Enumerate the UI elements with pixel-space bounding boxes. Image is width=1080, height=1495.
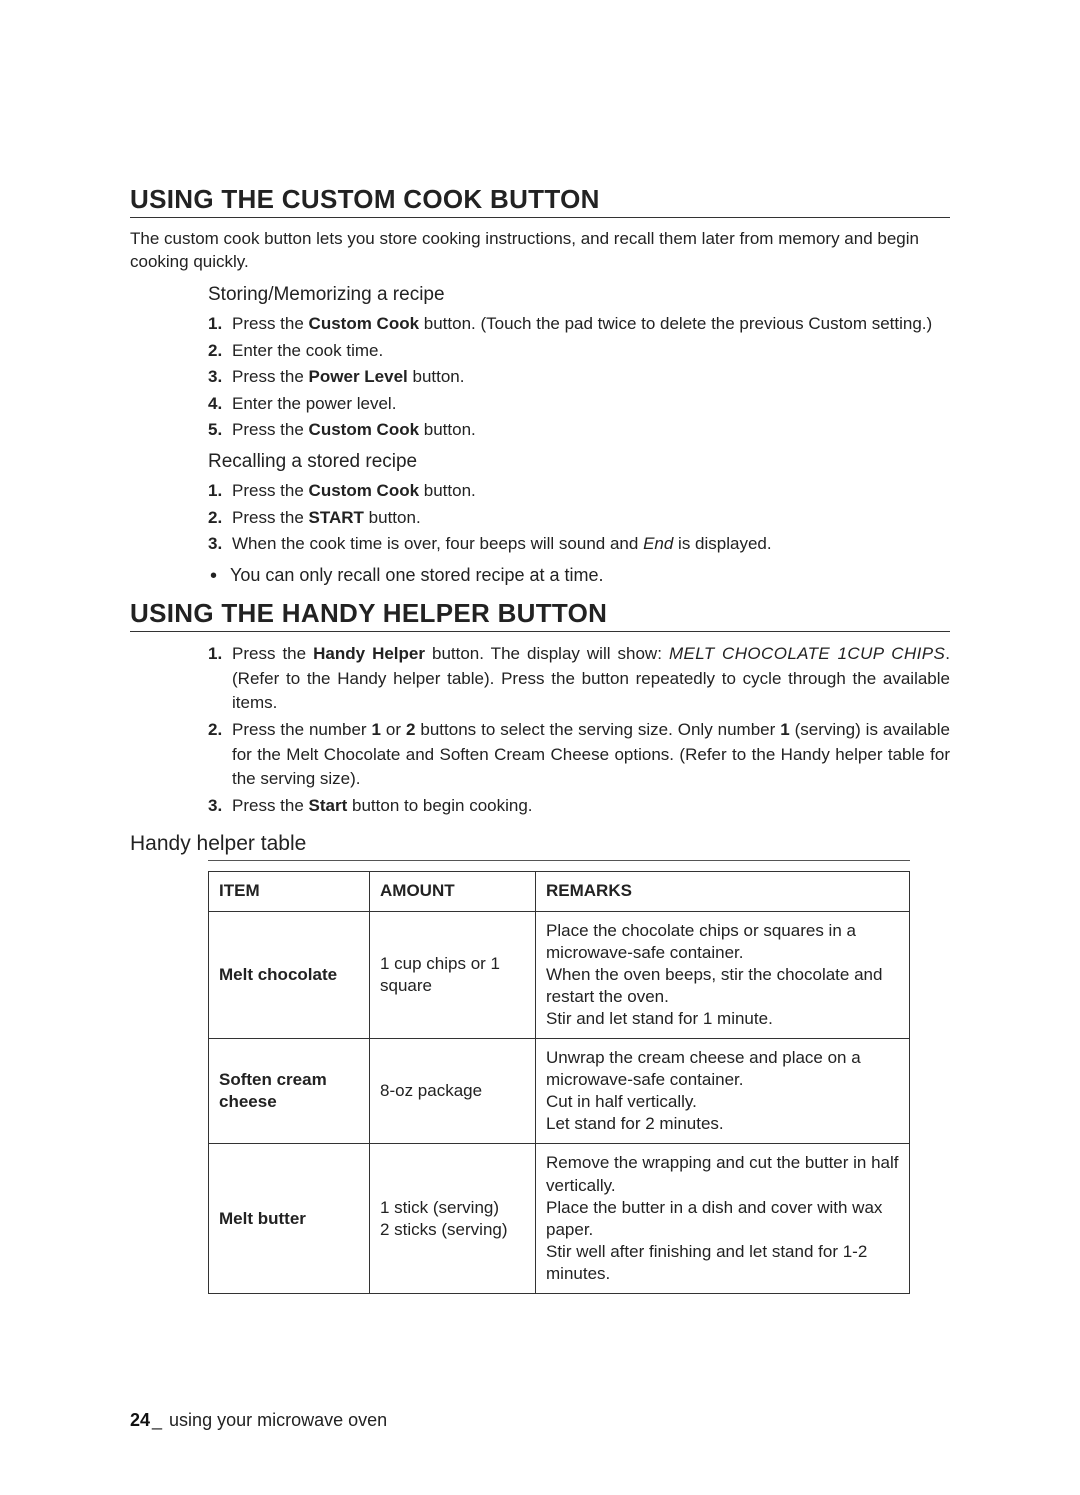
section-heading-custom-cook: USING THE CUSTOM COOK BUTTON <box>130 184 950 215</box>
subheading-storing: Storing/Memorizing a recipe <box>208 284 950 306</box>
table-row: Soften cream cheese 8-oz package Unwrap … <box>209 1039 910 1144</box>
list-item: 1.Press the Custom Cook button. (Touch t… <box>208 312 950 337</box>
list-item: 5.Press the Custom Cook button. <box>208 418 950 443</box>
page-content: USING THE CUSTOM COOK BUTTON The custom … <box>0 0 1080 1294</box>
cell-remarks: Place the chocolate chips or squares in … <box>536 911 910 1038</box>
cell-item: Melt chocolate <box>209 911 370 1038</box>
table-header-amount: AMOUNT <box>370 872 536 911</box>
handy-helper-table: ITEM AMOUNT REMARKS Melt chocolate 1 cup… <box>208 871 910 1294</box>
table-row: Melt chocolate 1 cup chips or 1 square P… <box>209 911 910 1038</box>
list-item: 1.Press the Custom Cook button. <box>208 479 950 504</box>
list-item: 2.Enter the cook time. <box>208 339 950 364</box>
page-number: 24 <box>130 1410 150 1430</box>
footer-underscore: _ <box>152 1410 162 1430</box>
table-header-row: ITEM AMOUNT REMARKS <box>209 872 910 911</box>
divider <box>130 631 950 632</box>
list-item: 3.Press the Power Level button. <box>208 365 950 390</box>
cell-amount: 1 cup chips or 1 square <box>370 911 536 1038</box>
cell-item: Soften cream cheese <box>209 1039 370 1144</box>
steps-storing: 1.Press the Custom Cook button. (Touch t… <box>208 312 950 443</box>
page-footer: 24_ using your microwave oven <box>130 1410 387 1431</box>
cell-remarks: Remove the wrapping and cut the butter i… <box>536 1144 910 1294</box>
cell-amount: 1 stick (serving)2 sticks (serving) <box>370 1144 536 1294</box>
table-header-remarks: REMARKS <box>536 872 910 911</box>
note-bullet: You can only recall one stored recipe at… <box>208 565 950 586</box>
list-item: 4.Enter the power level. <box>208 392 950 417</box>
list-item: 3.When the cook time is over, four beeps… <box>208 532 950 557</box>
section-heading-handy-helper: USING THE HANDY HELPER BUTTON <box>130 598 950 629</box>
list-item: 1.Press the Handy Helper button. The dis… <box>208 642 950 716</box>
footer-text: using your microwave oven <box>164 1410 387 1430</box>
table-row: Melt butter 1 stick (serving)2 sticks (s… <box>209 1144 910 1294</box>
divider <box>130 217 950 218</box>
list-item: 2.Press the number 1 or 2 buttons to sel… <box>208 718 950 792</box>
table-header-item: ITEM <box>209 872 370 911</box>
subheading-recalling: Recalling a stored recipe <box>208 451 950 473</box>
list-item: 2.Press the START button. <box>208 506 950 531</box>
cell-item: Melt butter <box>209 1144 370 1294</box>
list-item: You can only recall one stored recipe at… <box>208 565 950 586</box>
cell-remarks: Unwrap the cream cheese and place on a m… <box>536 1039 910 1144</box>
intro-paragraph: The custom cook button lets you store co… <box>130 228 950 274</box>
divider <box>208 860 910 861</box>
subheading-handy-table: Handy helper table <box>130 832 950 856</box>
cell-amount: 8-oz package <box>370 1039 536 1144</box>
list-item: 3.Press the Start button to begin cookin… <box>208 794 950 819</box>
steps-handy-helper: 1.Press the Handy Helper button. The dis… <box>208 642 950 818</box>
steps-recalling: 1.Press the Custom Cook button. 2.Press … <box>208 479 950 557</box>
